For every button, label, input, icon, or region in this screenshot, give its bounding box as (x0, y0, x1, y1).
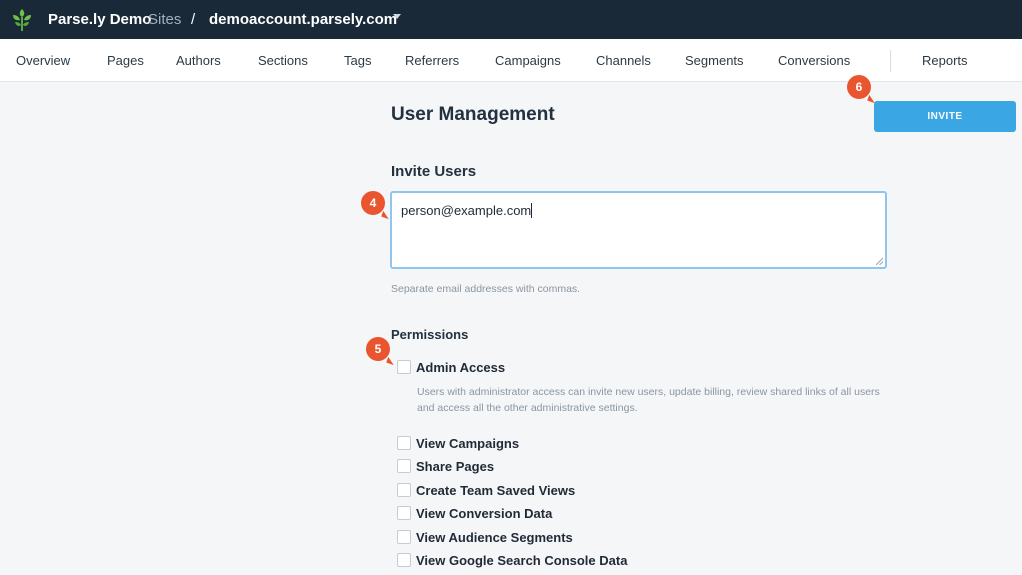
view-conversion-data-label: View Conversion Data (416, 505, 553, 521)
permission-view-conversion-data[interactable]: View Conversion Data (397, 505, 552, 521)
nav-item-authors[interactable]: Authors (176, 39, 221, 82)
permission-view-campaigns[interactable]: View Campaigns (397, 435, 519, 451)
view-google-search-console-data-label: View Google Search Console Data (416, 552, 628, 568)
nav-item-pages[interactable]: Pages (107, 39, 144, 82)
share-pages-label: Share Pages (416, 458, 495, 474)
sites-link[interactable]: Sites (148, 0, 181, 39)
view-campaigns-checkbox[interactable] (397, 436, 411, 450)
create-team-saved-views-label: Create Team Saved Views (416, 482, 576, 498)
resize-handle-icon[interactable] (876, 258, 883, 265)
view-google-search-console-data-checkbox[interactable] (397, 553, 411, 567)
permission-share-pages[interactable]: Share Pages (397, 458, 494, 474)
email-textarea[interactable]: person@example.com (390, 191, 887, 269)
permissions-heading: Permissions (391, 327, 469, 342)
admin-access-label: Admin Access (416, 359, 506, 375)
nav-item-conversions[interactable]: Conversions (778, 39, 850, 82)
email-hint: Separate email addresses with commas. (391, 283, 581, 295)
view-audience-segments-label: View Audience Segments (416, 529, 573, 545)
share-pages-checkbox[interactable] (397, 459, 411, 473)
create-team-saved-views-checkbox[interactable] (397, 483, 411, 497)
invite-users-heading: Invite Users (391, 163, 477, 180)
nav-item-tags[interactable]: Tags (344, 39, 371, 82)
view-conversion-data-checkbox[interactable] (397, 506, 411, 520)
admin-access-checkbox[interactable] (397, 360, 411, 374)
nav-item-reports[interactable]: Reports (922, 39, 968, 82)
step-badge-permissions: 5 (366, 337, 390, 361)
nav-divider (890, 50, 891, 72)
chevron-down-icon[interactable] (393, 14, 401, 19)
main-nav: Overview Pages Authors Sections Tags Ref… (0, 39, 1022, 82)
nav-item-segments[interactable]: Segments (685, 39, 744, 82)
breadcrumb-separator: / (191, 11, 196, 28)
step-badge-invite: 6 (847, 75, 871, 99)
text-cursor (531, 203, 533, 218)
page-title: User Management (391, 104, 555, 125)
nav-item-sections[interactable]: Sections (258, 39, 308, 82)
step-badge-email: 4 (361, 191, 385, 215)
account-name[interactable]: Parse.ly Demo (48, 0, 151, 39)
parsely-leaf-icon[interactable] (10, 7, 34, 33)
nav-item-referrers[interactable]: Referrers (405, 39, 459, 82)
permission-create-team-saved-views[interactable]: Create Team Saved Views (397, 482, 575, 498)
nav-item-campaigns[interactable]: Campaigns (495, 39, 561, 82)
email-value: person@example.com (401, 203, 532, 218)
permission-admin-access[interactable]: Admin Access (397, 359, 505, 375)
permission-view-audience-segments[interactable]: View Audience Segments (397, 529, 573, 545)
nav-item-overview[interactable]: Overview (16, 39, 70, 82)
permission-view-google-search-console-data[interactable]: View Google Search Console Data (397, 552, 627, 568)
site-domain[interactable]: demoaccount.parsely.com (209, 0, 397, 39)
view-audience-segments-checkbox[interactable] (397, 530, 411, 544)
nav-item-channels[interactable]: Channels (596, 39, 651, 82)
invite-button[interactable]: INVITE (874, 101, 1016, 132)
admin-access-description: Users with administrator access can invi… (417, 386, 880, 414)
view-campaigns-label: View Campaigns (416, 435, 520, 451)
top-bar: Parse.ly Demo Sites / demoaccount.parsel… (0, 0, 1022, 39)
